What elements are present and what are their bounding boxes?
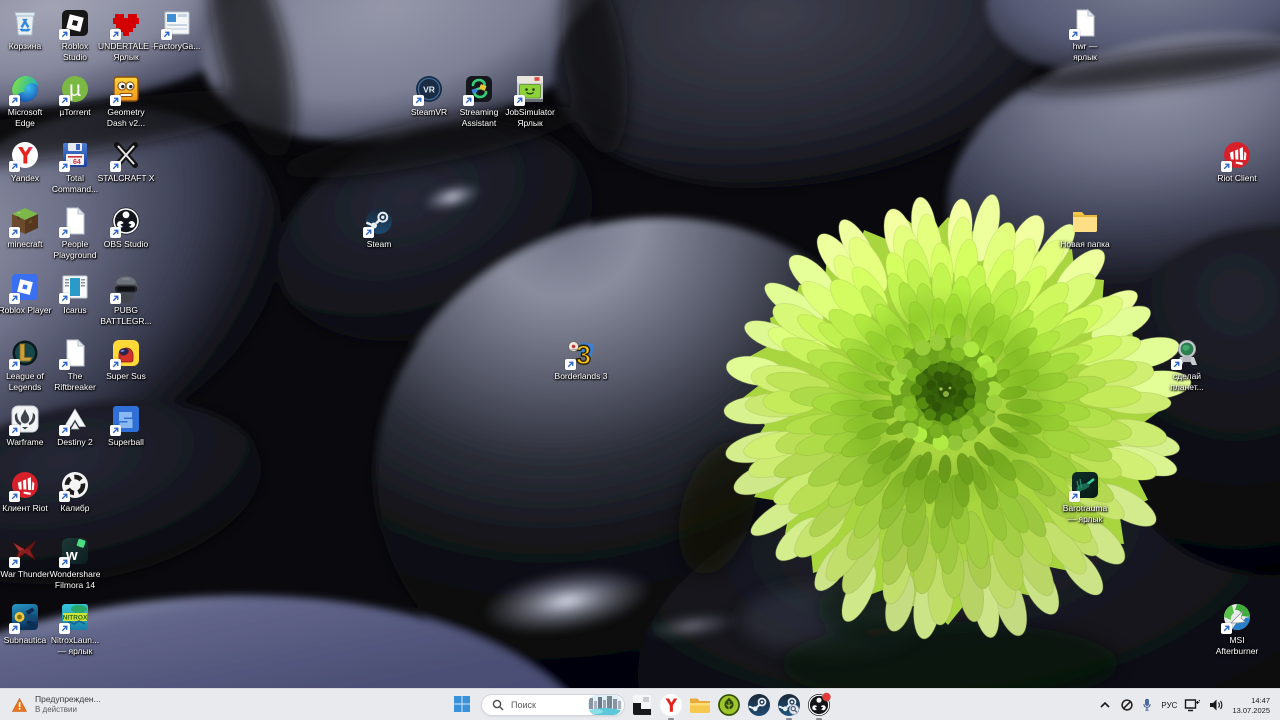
svg-text:64: 64 <box>73 159 81 166</box>
svg-text:µ: µ <box>69 78 81 101</box>
svg-text:NITROX: NITROX <box>63 615 88 622</box>
